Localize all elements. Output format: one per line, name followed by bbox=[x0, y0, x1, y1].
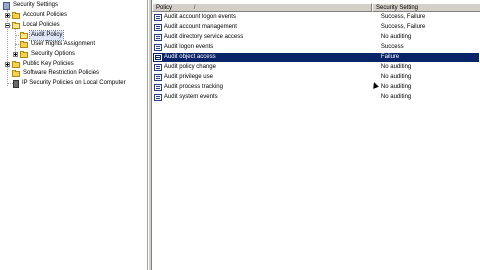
policy-name: Audit system events bbox=[163, 94, 218, 100]
folder-icon bbox=[20, 50, 28, 58]
tree-item-software-restriction-policies[interactable]: Software Restriction Policies bbox=[12, 69, 100, 78]
tree-item-label: Audit Policy bbox=[28, 30, 65, 41]
tree-item-security-options[interactable]: Security Options bbox=[13, 50, 76, 59]
column-header-label: Security Setting bbox=[376, 5, 419, 11]
folder-icon bbox=[12, 60, 20, 68]
folder-icon bbox=[12, 11, 20, 19]
policy-icon bbox=[154, 44, 162, 51]
tree-item-account-policies[interactable]: Account Policies bbox=[5, 11, 68, 20]
folder-icon bbox=[12, 69, 20, 77]
table-row-selected[interactable]: Audit object access Failure bbox=[153, 53, 479, 62]
policy-name: Audit process tracking bbox=[163, 84, 223, 90]
tree-item-label: Local Policies bbox=[23, 22, 60, 28]
table-row[interactable]: Audit account management Success, Failur… bbox=[153, 23, 479, 32]
folder-icon bbox=[20, 40, 28, 48]
column-header-label: Policy bbox=[156, 5, 173, 11]
policy-setting: Success, Failure bbox=[380, 24, 426, 30]
policy-setting: No auditing bbox=[380, 34, 412, 40]
policy-setting: No auditing bbox=[380, 84, 412, 90]
policy-name: Audit object access bbox=[163, 54, 216, 60]
policy-name: Audit privilege use bbox=[163, 74, 213, 80]
table-row[interactable]: Audit account logon events Success, Fail… bbox=[153, 13, 479, 22]
console-tree[interactable]: Security Settings Account Policies Local… bbox=[0, 0, 148, 270]
sort-indicator: / bbox=[193, 5, 196, 11]
policy-icon bbox=[154, 94, 162, 101]
policy-name: Audit policy change bbox=[163, 64, 216, 70]
policy-setting: No auditing bbox=[380, 94, 412, 100]
policy-setting: No auditing bbox=[380, 74, 412, 80]
shield-icon bbox=[3, 1, 10, 10]
policy-setting: Success bbox=[380, 44, 404, 50]
table-row[interactable]: Audit process tracking No auditing bbox=[153, 83, 479, 92]
tree-item-label: User Rights Assignment bbox=[31, 41, 96, 47]
list-header: Policy / Security Setting bbox=[152, 3, 480, 12]
expand-icon[interactable] bbox=[5, 62, 10, 67]
policy-setting: Success, Failure bbox=[380, 14, 426, 20]
tree-item-label: Account Policies bbox=[23, 12, 68, 18]
policy-icon bbox=[154, 24, 162, 31]
expand-icon[interactable] bbox=[13, 52, 18, 57]
policy-setting: No auditing bbox=[380, 64, 412, 70]
folder-open-icon bbox=[12, 21, 20, 29]
tree-item-label: Software Restriction Policies bbox=[23, 70, 100, 76]
policy-name: Audit account management bbox=[163, 24, 237, 30]
policy-icon bbox=[154, 14, 162, 21]
policy-setting: Failure bbox=[380, 54, 400, 60]
tree-item-audit-policy[interactable]: Audit Policy bbox=[20, 30, 65, 41]
table-row[interactable]: Audit privilege use No auditing bbox=[153, 73, 479, 82]
policy-name: Audit logon events bbox=[163, 44, 214, 50]
column-header-policy[interactable]: Policy / bbox=[152, 3, 372, 12]
tree-item-label: Security Options bbox=[31, 51, 76, 57]
table-row[interactable]: Audit directory service access No auditi… bbox=[153, 33, 479, 42]
policy-icon bbox=[154, 64, 162, 71]
policy-icon bbox=[154, 34, 162, 41]
expand-icon[interactable] bbox=[5, 13, 10, 18]
tree-item-security-settings[interactable]: Security Settings bbox=[3, 1, 59, 10]
policy-name: Audit account logon events bbox=[163, 14, 236, 20]
network-icon bbox=[13, 79, 19, 88]
tree-item-user-rights-assignment[interactable]: User Rights Assignment bbox=[20, 40, 96, 49]
policy-list[interactable]: Policy / Security Setting Audit account … bbox=[151, 0, 480, 270]
policy-name: Audit directory service access bbox=[163, 34, 244, 40]
tree-item-label: Public Key Policies bbox=[23, 61, 74, 67]
tree-item-ip-security-policies[interactable]: IP Security Policies on Local Computer bbox=[13, 79, 127, 88]
folder-open-icon bbox=[20, 31, 28, 39]
tree-item-public-key-policies[interactable]: Public Key Policies bbox=[5, 60, 75, 69]
table-row[interactable]: Audit logon events Success bbox=[153, 43, 479, 52]
policy-icon bbox=[154, 84, 162, 91]
policy-icon bbox=[154, 74, 162, 81]
collapse-icon[interactable] bbox=[5, 23, 10, 28]
table-row[interactable]: Audit system events No auditing bbox=[153, 93, 479, 102]
tree-item-label: Security Settings bbox=[13, 2, 59, 8]
column-header-security-setting[interactable]: Security Setting bbox=[372, 3, 480, 12]
tree-item-local-policies[interactable]: Local Policies bbox=[5, 21, 61, 30]
tree-item-label: IP Security Policies on Local Computer bbox=[22, 80, 126, 86]
table-row[interactable]: Audit policy change No auditing bbox=[153, 63, 479, 72]
policy-icon bbox=[154, 54, 162, 61]
